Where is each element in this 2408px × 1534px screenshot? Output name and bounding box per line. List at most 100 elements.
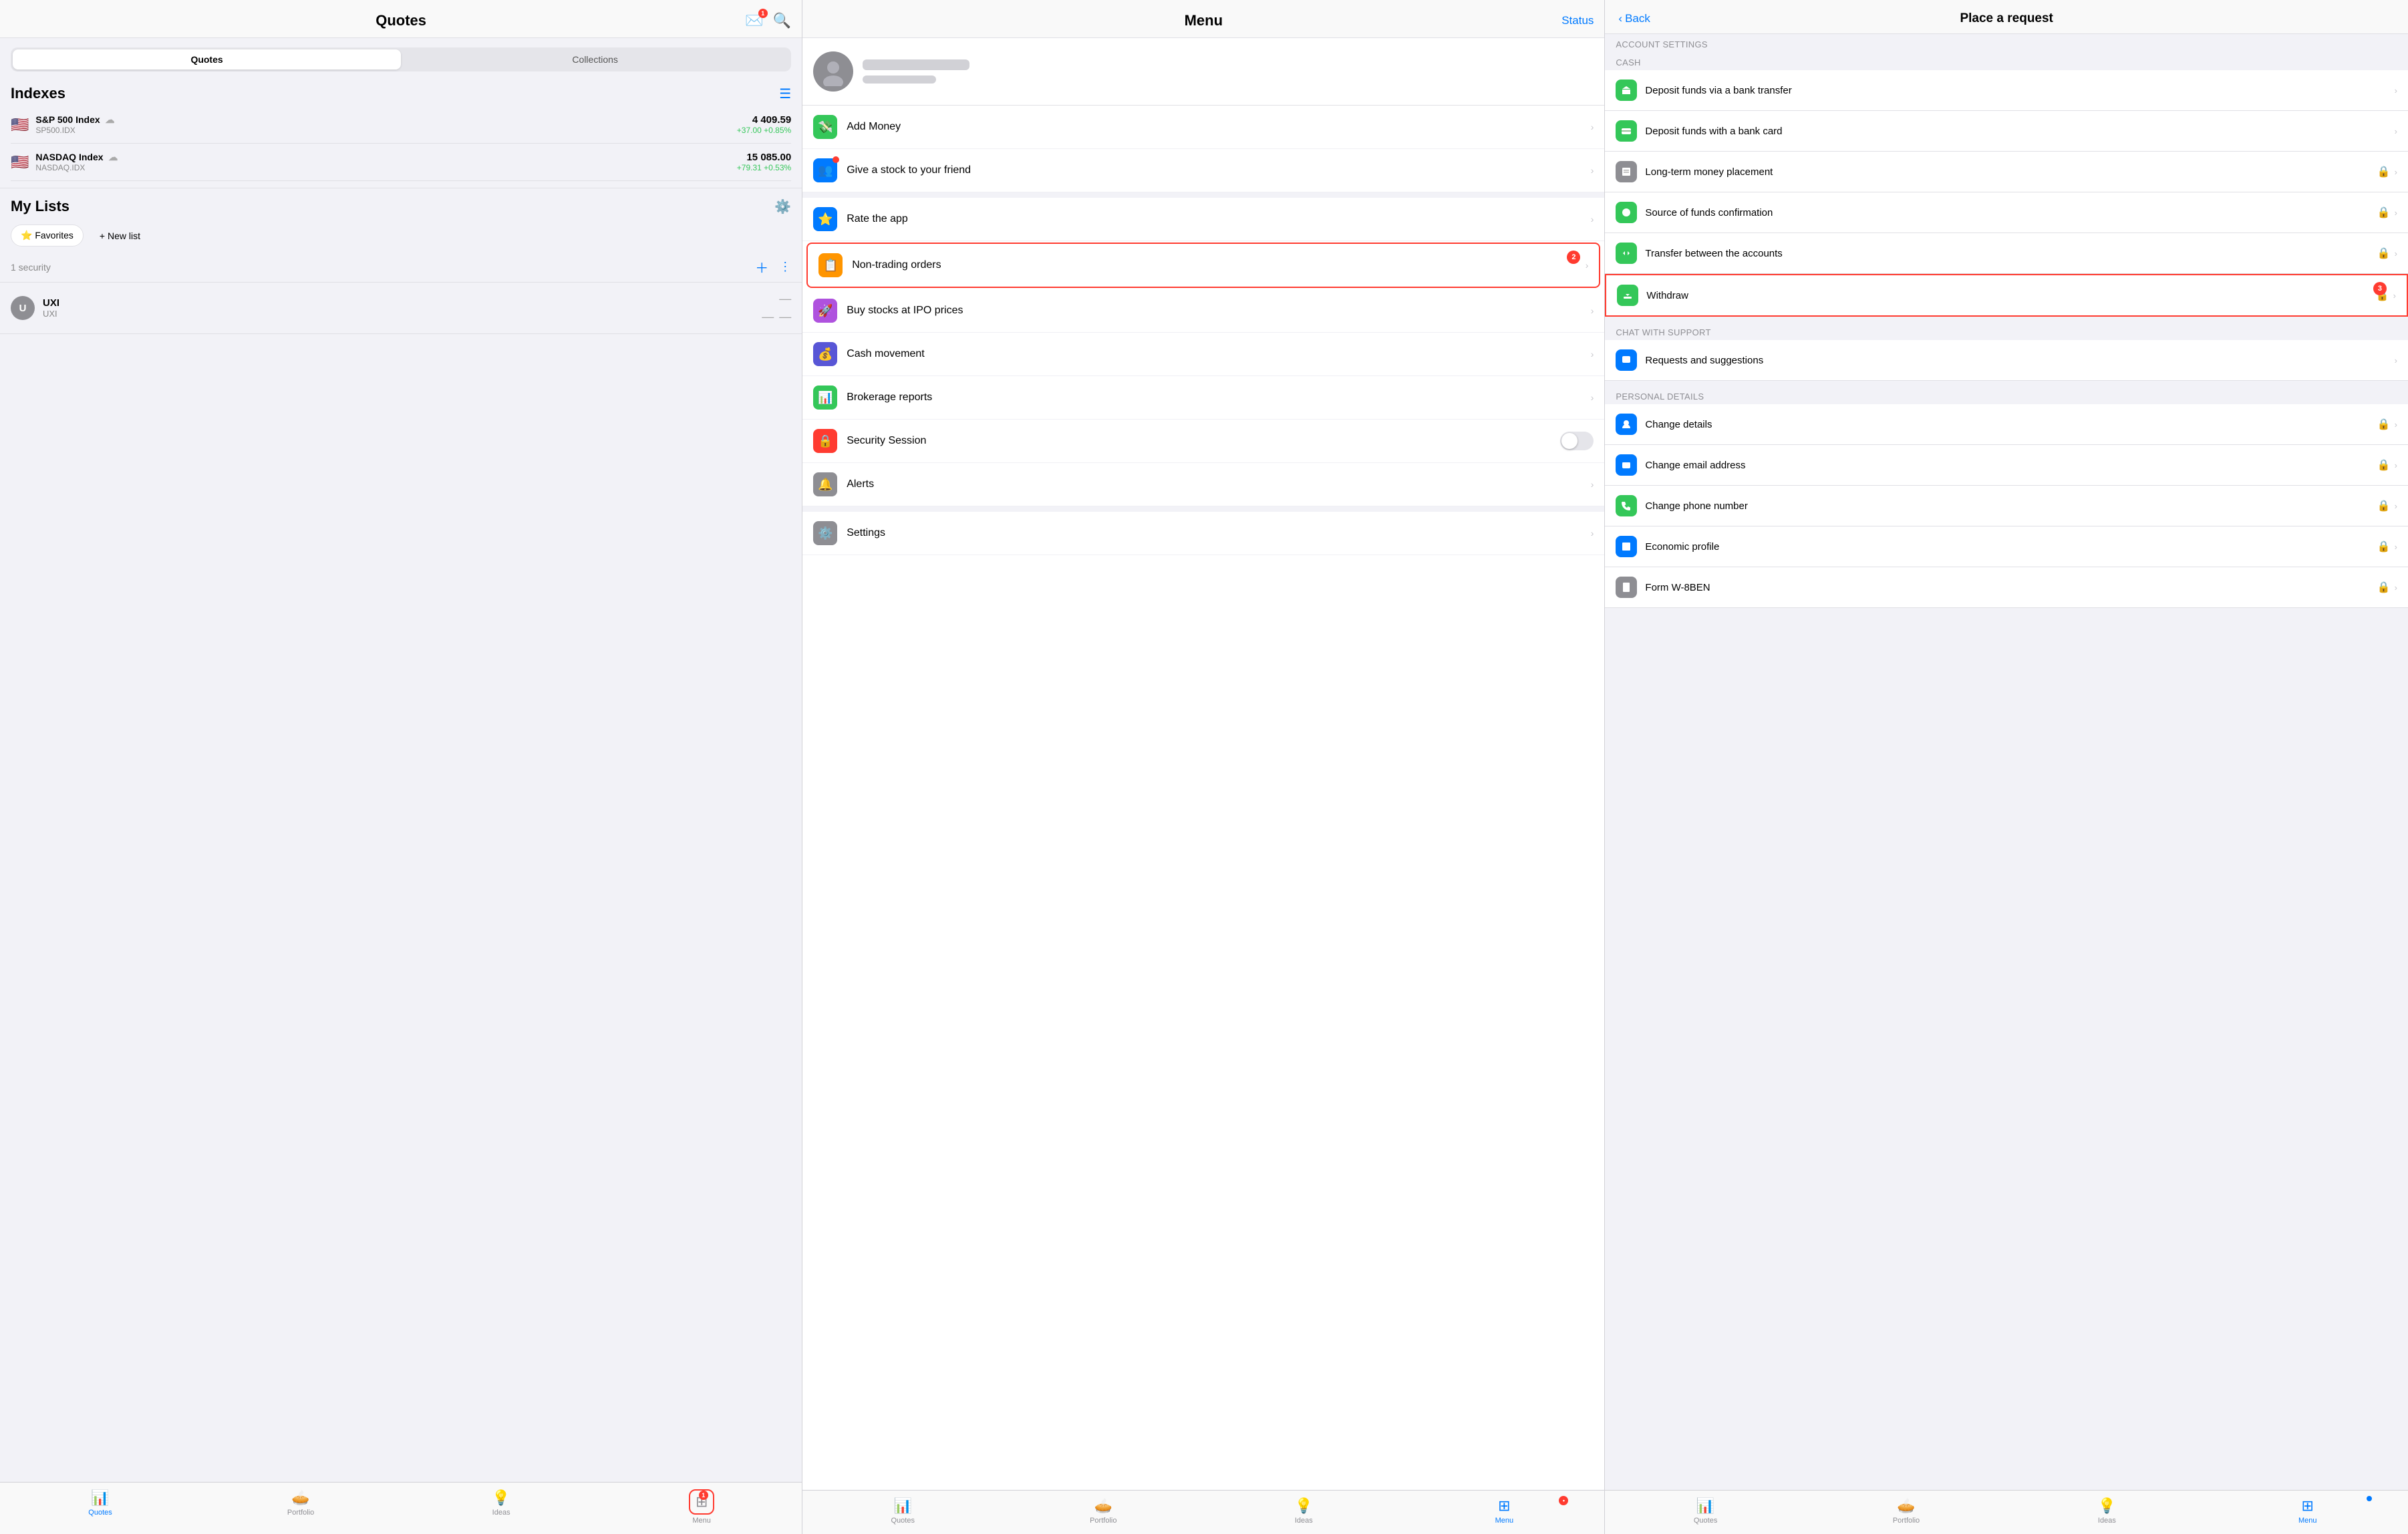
ideas-label-mid: Ideas [1295,1517,1313,1525]
profile-id-blurred [863,75,936,84]
menu-tab-label-left: Menu [692,1517,711,1525]
security-label: Security Session [847,435,1560,447]
tab-portfolio-right[interactable]: 🥧 Portfolio [1806,1497,2006,1525]
index-item-nasdaq[interactable]: 🇺🇸 NASDAQ Index ☁ NASDAQ.IDX 15 085.00 +… [11,144,791,181]
segment-control: Quotes Collections [11,47,791,71]
search-icon[interactable]: 🔍 [773,12,791,29]
personal-group: Change details 🔒 › Change email address … [1605,404,2408,608]
change-email-lock: 🔒 [2377,458,2391,472]
dash-1: — [779,292,791,306]
change-email-item[interactable]: Change email address 🔒 › [1605,445,2408,486]
tab-quotes-left[interactable]: 📊 Quotes [0,1489,200,1525]
menu-item-cash[interactable]: 💰 Cash movement › [802,333,1604,376]
long-term-icon [1616,161,1637,182]
menu-item-non-trading[interactable]: 📋 Non-trading orders 2 › [806,243,1600,288]
tab-menu-right[interactable]: ⊞ Menu [2208,1497,2408,1525]
menu-section-2: ⭐ Rate the app › 📋 Non-trading orders 2 … [802,198,1604,506]
menu-item-alerts[interactable]: 🔔 Alerts › [802,463,1604,506]
collections-tab[interactable]: Collections [401,49,789,69]
gear-icon[interactable]: ⚙️ [774,198,791,215]
change-details-item[interactable]: Change details 🔒 › [1605,404,2408,445]
tab-ideas-right[interactable]: 💡 Ideas [2006,1497,2207,1525]
right-header: ‹ Back Place a request [1605,0,2408,34]
withdraw-item[interactable]: Withdraw 3 🔒 › [1605,274,2408,317]
change-phone-item[interactable]: Change phone number 🔒 › [1605,486,2408,526]
settings-label: Settings [847,527,1591,539]
menu-item-reports[interactable]: 📊 Brokerage reports › [802,376,1604,420]
deposit-card-label: Deposit funds with a bank card [1645,126,2394,137]
menu-label-mid: Menu [1495,1517,1514,1525]
portfolio-tab-icon: 🥧 [291,1489,309,1507]
sp500-ticker: SP500.IDX [35,126,736,135]
menu-item-security[interactable]: 🔒 Security Session [802,420,1604,463]
portfolio-tab-label: Portfolio [287,1509,314,1517]
list-icon[interactable]: ☰ [779,86,791,102]
economic-profile-lock: 🔒 [2377,540,2391,553]
menu-item-give-stock[interactable]: 👥 Give a stock to your friend › [802,149,1604,192]
change-email-icon [1616,454,1637,476]
settings-icon-wrap: ⚙️ [813,521,837,545]
give-stock-chevron: › [1591,165,1594,176]
menu-item-ipo[interactable]: 🚀 Buy stocks at IPO prices › [802,289,1604,333]
stock-details: UXI UXI [43,297,762,319]
profile-avatar [813,51,853,92]
source-funds-item[interactable]: $ Source of funds confirmation 🔒 › [1605,192,2408,233]
long-term-item[interactable]: Long-term money placement 🔒 › [1605,152,2408,192]
form-w8ben-label: Form W-8BEN [1645,582,2377,593]
menu-item-settings[interactable]: ⚙️ Settings › [802,512,1604,555]
quotes-tab[interactable]: Quotes [13,49,401,69]
stock-item-uxi[interactable]: U UXI UXI — — — [0,283,802,334]
add-money-chevron: › [1591,122,1594,132]
economic-profile-label: Economic profile [1645,541,2377,553]
add-security-icon[interactable]: ＋ [755,257,768,277]
profile-section [802,38,1604,106]
source-funds-lock: 🔒 [2377,206,2391,219]
deposit-card-item[interactable]: Deposit funds with a bank card › [1605,111,2408,152]
cloud-icon-2: ☁ [108,152,118,162]
requests-label: Requests and suggestions [1645,355,2394,366]
source-funds-label: Source of funds confirmation [1645,207,2377,218]
stock-values: — — — [762,292,791,324]
sp500-change: +37.00 +0.85% [737,126,791,135]
deposit-card-icon [1616,120,1637,142]
stock-avatar: U [11,296,35,320]
chevron-left-icon: ‹ [1618,12,1622,25]
index-item-sp500[interactable]: 🇺🇸 S&P 500 Index ☁ SP500.IDX 4 409.59 +3… [11,106,791,144]
change-phone-chevron: › [2395,501,2397,511]
ideas-tab-icon: 💡 [492,1489,510,1507]
give-stock-icon: 👥 [813,158,837,182]
change-email-label: Change email address [1645,460,2377,471]
sp500-flag: 🇺🇸 [11,116,29,134]
economic-profile-item[interactable]: Economic profile 🔒 › [1605,526,2408,567]
tab-quotes-mid[interactable]: 📊 Quotes [802,1497,1003,1525]
menu-badge-mid: • [1559,1496,1568,1505]
transfer-accounts-item[interactable]: Transfer between the accounts 🔒 › [1605,233,2408,274]
security-toggle[interactable] [1560,432,1594,450]
tab-portfolio-left[interactable]: 🥧 Portfolio [200,1489,401,1525]
nasdaq-name: NASDAQ Index ☁ [35,152,736,163]
favorites-tab[interactable]: ⭐ Favorites [11,224,84,247]
back-button[interactable]: ‹ Back [1618,12,1650,25]
non-trading-label: Non-trading orders [852,259,1586,271]
form-w8ben-item[interactable]: Form W-8BEN 🔒 › [1605,567,2408,608]
mail-icon[interactable]: ✉️ 1 [745,12,763,29]
tab-quotes-right[interactable]: 📊 Quotes [1605,1497,1805,1525]
portfolio-label-mid: Portfolio [1090,1517,1116,1525]
reports-icon: 📊 [813,386,837,410]
reports-chevron: › [1591,392,1594,403]
more-icon[interactable]: ⋮ [779,260,791,274]
menu-item-rate-app[interactable]: ⭐ Rate the app › [802,198,1604,241]
tab-ideas-left[interactable]: 💡 Ideas [401,1489,601,1525]
tab-menu-mid[interactable]: ⊞ • Menu [1404,1497,1604,1525]
mid-panel: Menu Status 💸 Add Money › 👥 [802,0,1605,1534]
status-button[interactable]: Status [1561,14,1594,27]
tab-portfolio-mid[interactable]: 🥧 Portfolio [1003,1497,1203,1525]
change-phone-label: Change phone number [1645,500,2377,512]
change-details-label: Change details [1645,419,2377,430]
requests-item[interactable]: Requests and suggestions › [1605,340,2408,381]
tab-ideas-mid[interactable]: 💡 Ideas [1203,1497,1404,1525]
menu-item-add-money[interactable]: 💸 Add Money › [802,106,1604,149]
new-list-tab[interactable]: + New list [90,224,150,247]
tab-menu-left[interactable]: ⊞ 1 Menu [601,1489,802,1525]
deposit-bank-transfer-item[interactable]: Deposit funds via a bank transfer › [1605,70,2408,111]
